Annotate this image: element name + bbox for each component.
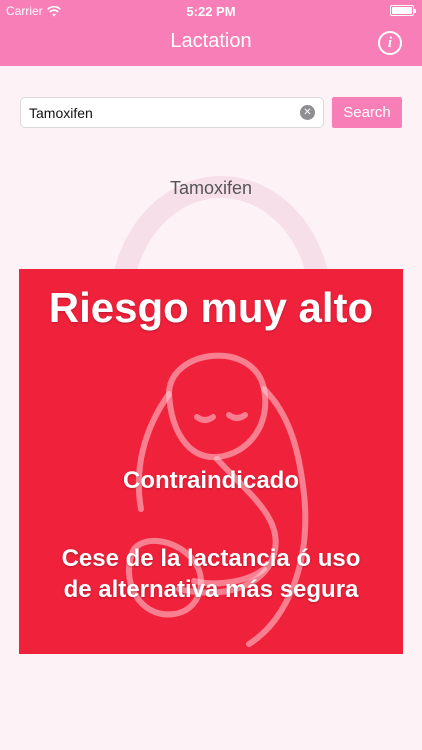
battery-icon xyxy=(390,5,416,16)
search-field[interactable]: ✕ xyxy=(20,97,324,128)
risk-status: Contraindicado xyxy=(122,467,299,494)
info-icon[interactable]: i xyxy=(378,31,402,55)
risk-advice: Cese de la lactancia ó uso de alternativ… xyxy=(61,545,361,603)
drug-name: Tamoxifen xyxy=(169,178,253,198)
search-button[interactable]: Search xyxy=(332,97,402,128)
risk-result-card: Riesgo muy alto Contraindicado Cese de l… xyxy=(19,269,403,654)
top-bar: Carrier 5:22 PM Lactation i xyxy=(0,0,422,66)
clear-icon[interactable]: ✕ xyxy=(300,105,315,120)
page-title: Lactation xyxy=(170,30,252,52)
status-time: 5:22 PM xyxy=(186,4,236,19)
search-input[interactable] xyxy=(21,98,291,127)
status-bar: Carrier 5:22 PM xyxy=(0,0,422,22)
risk-level-title: Riesgo muy alto xyxy=(48,284,374,331)
